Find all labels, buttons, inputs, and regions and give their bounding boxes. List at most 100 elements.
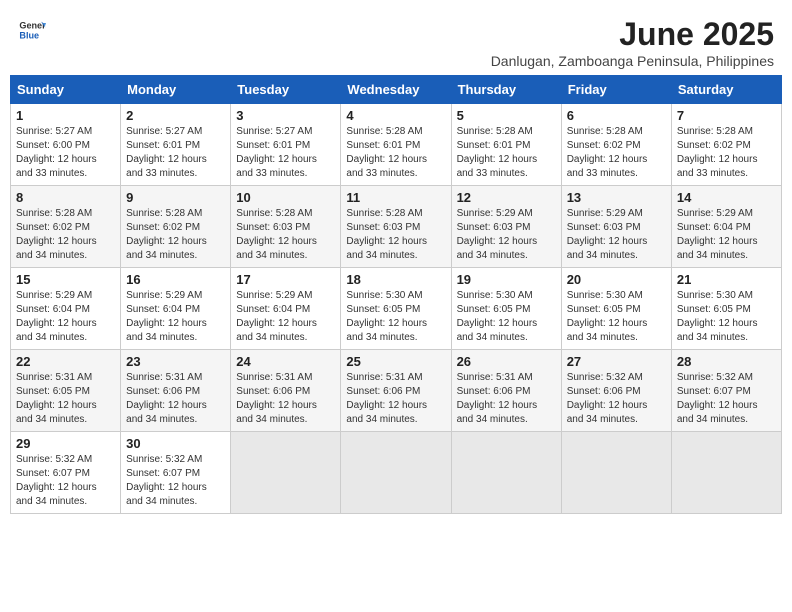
calendar-week-row: 29 Sunrise: 5:32 AMSunset: 6:07 PMDayligh… bbox=[11, 432, 782, 514]
day-info: Sunrise: 5:29 AMSunset: 6:03 PMDaylight:… bbox=[567, 207, 666, 263]
day-info: Sunrise: 5:32 AMSunset: 6:07 PMDaylight:… bbox=[16, 453, 115, 509]
svg-text:Blue: Blue bbox=[19, 30, 39, 40]
day-number: 11 bbox=[346, 190, 445, 205]
day-number: 14 bbox=[677, 190, 776, 205]
calendar-cell: 10 Sunrise: 5:28 AMSunset: 6:03 PMDayligh… bbox=[231, 186, 341, 268]
calendar-cell: 21Sunrise: 5:30 AMSunset: 6:05 PMDayligh… bbox=[671, 268, 781, 350]
calendar-cell bbox=[561, 432, 671, 514]
day-number: 22 bbox=[16, 354, 115, 369]
month-title: June 2025 bbox=[491, 16, 774, 53]
day-of-week-header: Thursday bbox=[451, 76, 561, 104]
day-info: Sunrise: 5:28 AMSunset: 6:01 PMDaylight:… bbox=[457, 125, 556, 181]
calendar-cell bbox=[341, 432, 451, 514]
day-number: 10 bbox=[236, 190, 335, 205]
day-number: 25 bbox=[346, 354, 445, 369]
day-number: 13 bbox=[567, 190, 666, 205]
day-info: Sunrise: 5:30 AMSunset: 6:05 PMDaylight:… bbox=[567, 289, 666, 345]
day-info: Sunrise: 5:29 AMSunset: 6:04 PMDaylight:… bbox=[16, 289, 115, 345]
calendar-cell: 5 Sunrise: 5:28 AMSunset: 6:01 PMDaylight… bbox=[451, 104, 561, 186]
day-number: 16 bbox=[126, 272, 225, 287]
calendar-cell: 25 Sunrise: 5:31 AMSunset: 6:06 PMDayligh… bbox=[341, 350, 451, 432]
day-number: 9 bbox=[126, 190, 225, 205]
day-number: 6 bbox=[567, 108, 666, 123]
calendar-cell: 11Sunrise: 5:28 AMSunset: 6:03 PMDayligh… bbox=[341, 186, 451, 268]
calendar-cell: 1 Sunrise: 5:27 AMSunset: 6:00 PMDaylight… bbox=[11, 104, 121, 186]
day-info: Sunrise: 5:28 AMSunset: 6:02 PMDaylight:… bbox=[567, 125, 666, 181]
calendar-week-row: 1 Sunrise: 5:27 AMSunset: 6:00 PMDaylight… bbox=[11, 104, 782, 186]
calendar-cell: 13 Sunrise: 5:29 AMSunset: 6:03 PMDayligh… bbox=[561, 186, 671, 268]
day-of-week-header: Tuesday bbox=[231, 76, 341, 104]
calendar-cell: 8Sunrise: 5:28 AMSunset: 6:02 PMDaylight… bbox=[11, 186, 121, 268]
calendar-week-row: 8 Sunrise: 5:28 AMSunset: 6:02 PMDaylight… bbox=[11, 186, 782, 268]
day-info: Sunrise: 5:32 AMSunset: 6:06 PMDaylight:… bbox=[567, 371, 666, 427]
day-number: 18 bbox=[346, 272, 445, 287]
calendar-cell: 29 Sunrise: 5:32 AMSunset: 6:07 PMDayligh… bbox=[11, 432, 121, 514]
calendar-cell: 9 Sunrise: 5:28 AMSunset: 6:02 PMDaylight… bbox=[121, 186, 231, 268]
day-info: Sunrise: 5:28 AMSunset: 6:02 PMDaylight:… bbox=[126, 207, 225, 263]
day-info: Sunrise: 5:29 AMSunset: 6:03 PMDaylight:… bbox=[457, 207, 556, 263]
calendar-cell: 2 Sunrise: 5:27 AMSunset: 6:01 PMDaylight… bbox=[121, 104, 231, 186]
day-number: 23 bbox=[126, 354, 225, 369]
day-number: 2 bbox=[126, 108, 225, 123]
calendar-cell: 28 Sunrise: 5:32 AMSunset: 6:07 PMDayligh… bbox=[671, 350, 781, 432]
day-number: 27 bbox=[567, 354, 666, 369]
calendar-cell bbox=[671, 432, 781, 514]
day-info: Sunrise: 5:27 AMSunset: 6:00 PMDaylight:… bbox=[16, 125, 115, 181]
day-info: Sunrise: 5:27 AMSunset: 6:01 PMDaylight:… bbox=[236, 125, 335, 181]
calendar-cell: 7Sunrise: 5:28 AMSunset: 6:02 PMDaylight… bbox=[671, 104, 781, 186]
title-block: June 2025 Danlugan, Zamboanga Peninsula,… bbox=[491, 16, 774, 69]
day-number: 30 bbox=[126, 436, 225, 451]
calendar-cell: 16 Sunrise: 5:29 AMSunset: 6:04 PMDayligh… bbox=[121, 268, 231, 350]
day-number: 12 bbox=[457, 190, 556, 205]
calendar-week-row: 22Sunrise: 5:31 AMSunset: 6:05 PMDayligh… bbox=[11, 350, 782, 432]
logo: General Blue bbox=[18, 16, 46, 44]
calendar-cell: 26Sunrise: 5:31 AMSunset: 6:06 PMDayligh… bbox=[451, 350, 561, 432]
calendar-cell: 14 Sunrise: 5:29 AMSunset: 6:04 PMDayligh… bbox=[671, 186, 781, 268]
calendar-cell: 15 Sunrise: 5:29 AMSunset: 6:04 PMDayligh… bbox=[11, 268, 121, 350]
day-info: Sunrise: 5:29 AMSunset: 6:04 PMDaylight:… bbox=[677, 207, 776, 263]
day-of-week-header: Monday bbox=[121, 76, 231, 104]
day-info: Sunrise: 5:32 AMSunset: 6:07 PMDaylight:… bbox=[677, 371, 776, 427]
day-number: 17 bbox=[236, 272, 335, 287]
calendar-table: SundayMondayTuesdayWednesdayThursdayFrid… bbox=[10, 75, 782, 514]
day-info: Sunrise: 5:28 AMSunset: 6:03 PMDaylight:… bbox=[236, 207, 335, 263]
calendar-cell bbox=[451, 432, 561, 514]
calendar-header-row: SundayMondayTuesdayWednesdayThursdayFrid… bbox=[11, 76, 782, 104]
calendar-cell: 18 Sunrise: 5:30 AMSunset: 6:05 PMDayligh… bbox=[341, 268, 451, 350]
day-number: 29 bbox=[16, 436, 115, 451]
day-info: Sunrise: 5:28 AMSunset: 6:01 PMDaylight:… bbox=[346, 125, 445, 181]
day-number: 3 bbox=[236, 108, 335, 123]
day-info: Sunrise: 5:27 AMSunset: 6:01 PMDaylight:… bbox=[126, 125, 225, 181]
day-info: Sunrise: 5:28 AMSunset: 6:02 PMDaylight:… bbox=[677, 125, 776, 181]
calendar-cell: 19Sunrise: 5:30 AMSunset: 6:05 PMDayligh… bbox=[451, 268, 561, 350]
day-of-week-header: Friday bbox=[561, 76, 671, 104]
calendar-cell: 6 Sunrise: 5:28 AMSunset: 6:02 PMDaylight… bbox=[561, 104, 671, 186]
calendar-cell: 20 Sunrise: 5:30 AMSunset: 6:05 PMDayligh… bbox=[561, 268, 671, 350]
day-info: Sunrise: 5:31 AMSunset: 6:06 PMDaylight:… bbox=[126, 371, 225, 427]
day-number: 21 bbox=[677, 272, 776, 287]
day-info: Sunrise: 5:32 AMSunset: 6:07 PMDaylight:… bbox=[126, 453, 225, 509]
day-info: Sunrise: 5:29 AMSunset: 6:04 PMDaylight:… bbox=[126, 289, 225, 345]
day-info: Sunrise: 5:31 AMSunset: 6:06 PMDaylight:… bbox=[457, 371, 556, 427]
day-number: 15 bbox=[16, 272, 115, 287]
location-title: Danlugan, Zamboanga Peninsula, Philippin… bbox=[491, 53, 774, 69]
day-number: 5 bbox=[457, 108, 556, 123]
calendar-cell: 3 Sunrise: 5:27 AMSunset: 6:01 PMDaylight… bbox=[231, 104, 341, 186]
calendar-cell: 4Sunrise: 5:28 AMSunset: 6:01 PMDaylight… bbox=[341, 104, 451, 186]
day-number: 1 bbox=[16, 108, 115, 123]
calendar-cell: 30 Sunrise: 5:32 AMSunset: 6:07 PMDayligh… bbox=[121, 432, 231, 514]
day-number: 20 bbox=[567, 272, 666, 287]
calendar-cell bbox=[231, 432, 341, 514]
day-of-week-header: Wednesday bbox=[341, 76, 451, 104]
day-info: Sunrise: 5:29 AMSunset: 6:04 PMDaylight:… bbox=[236, 289, 335, 345]
header: General Blue June 2025 Danlugan, Zamboan… bbox=[10, 10, 782, 69]
day-number: 24 bbox=[236, 354, 335, 369]
day-number: 28 bbox=[677, 354, 776, 369]
logo-icon: General Blue bbox=[18, 16, 46, 44]
day-info: Sunrise: 5:31 AMSunset: 6:06 PMDaylight:… bbox=[346, 371, 445, 427]
day-info: Sunrise: 5:30 AMSunset: 6:05 PMDaylight:… bbox=[346, 289, 445, 345]
day-number: 8 bbox=[16, 190, 115, 205]
day-info: Sunrise: 5:30 AMSunset: 6:05 PMDaylight:… bbox=[457, 289, 556, 345]
day-of-week-header: Saturday bbox=[671, 76, 781, 104]
calendar-cell: 23 Sunrise: 5:31 AMSunset: 6:06 PMDayligh… bbox=[121, 350, 231, 432]
